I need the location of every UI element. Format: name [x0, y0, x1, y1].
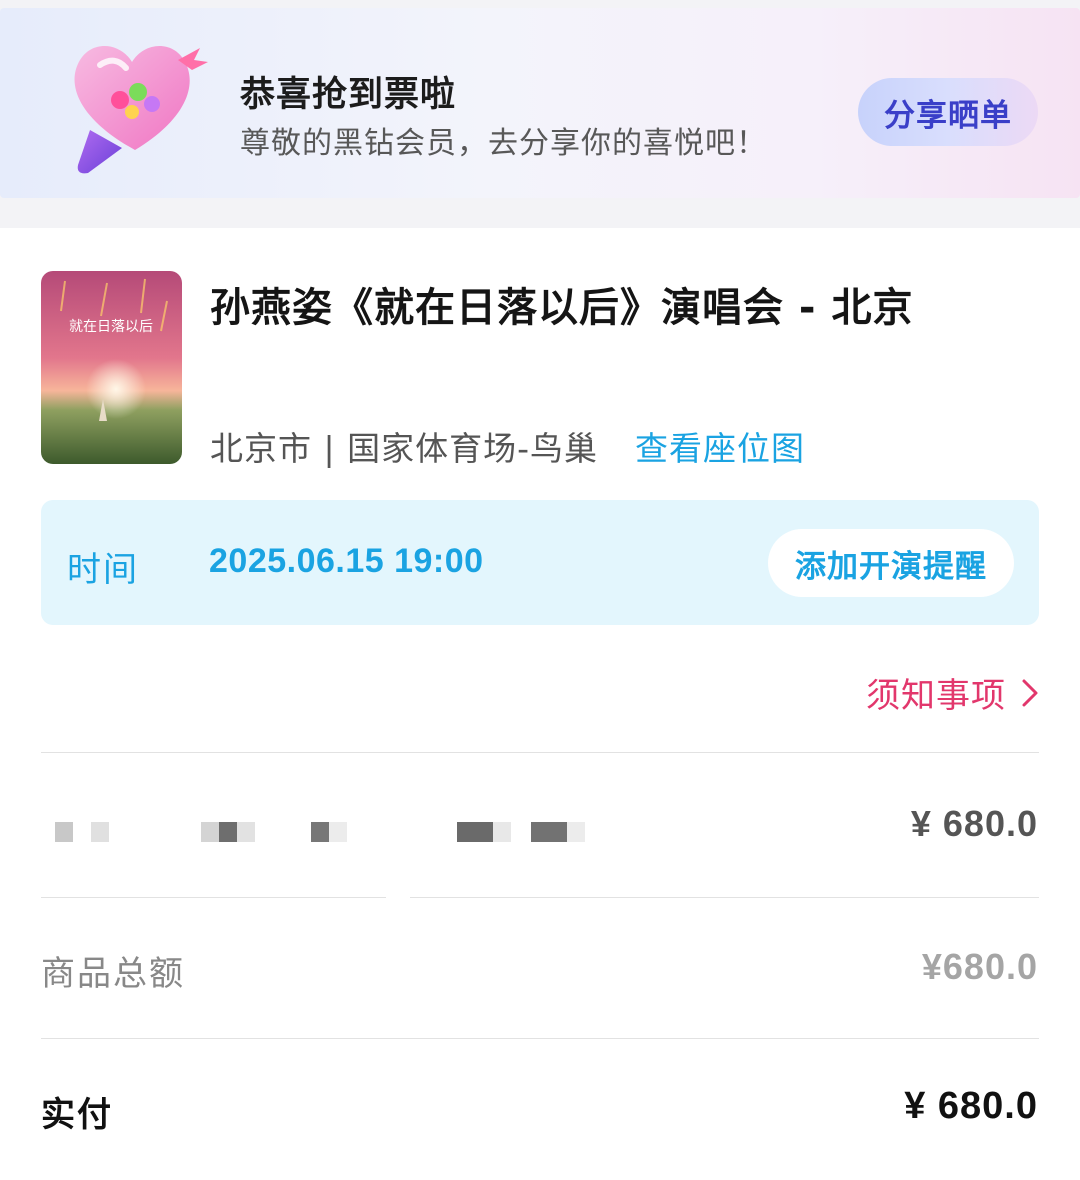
time-label: 时间: [67, 550, 139, 590]
event-poster[interactable]: 就在日落以后: [41, 271, 182, 464]
success-banner: 恭喜抢到票啦 尊敬的黑钻会员，去分享你的喜悦吧！ 分享晒单: [0, 8, 1080, 198]
heart-lightstick-icon: [74, 45, 208, 174]
redacted-block: [531, 822, 567, 842]
redacted-block: [219, 822, 237, 842]
divider: [410, 897, 1039, 898]
notice-label: 须知事项: [866, 676, 1006, 716]
chevron-right-icon: [1022, 679, 1038, 706]
amount-paid-value: ¥ 680.0: [904, 1085, 1038, 1127]
subtotal-value: ¥680.0: [921, 946, 1038, 987]
add-reminder-button[interactable]: 添加开演提醒: [768, 529, 1014, 597]
banner-title: 恭喜抢到票啦: [240, 75, 457, 115]
seat-map-link[interactable]: 查看座位图: [635, 422, 805, 470]
divider: [41, 897, 386, 898]
divider: [41, 1038, 1039, 1039]
share-order-button[interactable]: 分享晒单: [858, 78, 1038, 146]
banner-subtitle: 尊敬的黑钻会员，去分享你的喜悦吧！: [240, 126, 767, 161]
notice-link[interactable]: 须知事项: [866, 668, 1040, 717]
redacted-block: [567, 822, 585, 842]
success-banner-area: 恭喜抢到票啦 尊敬的黑钻会员，去分享你的喜悦吧！ 分享晒单: [0, 0, 1080, 228]
poster-image: 就在日落以后: [41, 271, 182, 464]
schedule-box: 时间 2025.06.15 19:00 添加开演提醒: [41, 500, 1039, 625]
ticket-info-redacted: [41, 822, 641, 844]
show-datetime: 2025.06.15 19:00: [209, 542, 484, 580]
divider: [41, 752, 1039, 753]
redacted-block: [237, 822, 255, 842]
redacted-block: [457, 822, 493, 842]
redacted-block: [201, 822, 219, 842]
redacted-block: [493, 822, 511, 842]
poster-title: 就在日落以后: [69, 319, 153, 335]
event-venue: 北京市 | 国家体育场-鸟巢: [210, 429, 599, 468]
redacted-block: [329, 822, 347, 842]
event-title[interactable]: 孙燕姿《就在日落以后》演唱会 - 北京: [210, 275, 913, 333]
amount-paid-label: 实付: [41, 1095, 113, 1135]
redacted-block: [55, 822, 73, 842]
ticket-price: ¥ 680.0: [910, 803, 1038, 844]
redacted-block: [311, 822, 329, 842]
redacted-block: [91, 822, 109, 842]
subtotal-label: 商品总额: [41, 954, 185, 994]
